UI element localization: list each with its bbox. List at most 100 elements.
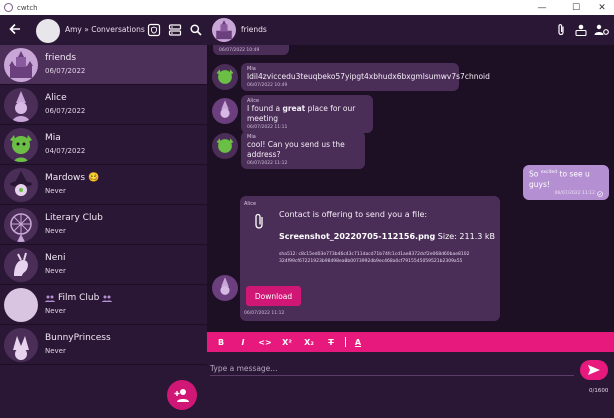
send-button[interactable] bbox=[580, 360, 608, 380]
contact-avatar bbox=[4, 288, 38, 322]
search-icon[interactable] bbox=[189, 22, 203, 36]
message-time: 06/07/2022 11:11 bbox=[247, 125, 288, 130]
attachment-icon bbox=[252, 213, 266, 235]
message-bubble: Mia ldil4zviccedu3teuqbeko57yipgt4xbhudx… bbox=[241, 63, 490, 91]
message-sender: Alice bbox=[244, 201, 257, 207]
contact-avatar bbox=[4, 208, 38, 242]
group-icon bbox=[102, 295, 113, 302]
contact-last-date: 04/07/2022 bbox=[45, 147, 86, 155]
contact-list: friends 06/07/2022 Alice 06/07/2022 Mia … bbox=[0, 45, 207, 385]
contact-item-mardows[interactable]: Mardows 🥴 Never bbox=[0, 165, 207, 205]
message-bubble: Alice I found a great place for our meet… bbox=[241, 95, 373, 133]
contact-last-date: 06/07/2022 bbox=[45, 107, 86, 115]
message-text: So excited to see u guys! bbox=[529, 169, 590, 189]
compose-area: 0/1600 bbox=[207, 352, 614, 418]
send-icon bbox=[588, 365, 600, 375]
minimize-button[interactable]: — bbox=[532, 0, 552, 15]
conversations-header: Amy » Conversations bbox=[0, 15, 207, 45]
window-title: cwtch bbox=[17, 3, 38, 12]
character-counter: 0/1600 bbox=[589, 388, 609, 394]
group-icon bbox=[45, 295, 55, 302]
contact-name: Mia bbox=[45, 133, 61, 143]
contact-name: Mardows 🥴 bbox=[45, 173, 100, 183]
message-time: 06/07/2022 10:49 bbox=[219, 48, 260, 53]
strikethrough-button[interactable]: T bbox=[321, 338, 341, 347]
contact-last-date: Never bbox=[45, 307, 66, 315]
server-list-icon[interactable] bbox=[168, 22, 182, 36]
add-person-icon bbox=[174, 389, 189, 402]
conversation-title: friends bbox=[241, 25, 267, 34]
formatting-toolbar: B I <> X² X₂ T A bbox=[207, 332, 614, 352]
contact-item-bunnyprincess[interactable]: BunnyPrincess Never bbox=[0, 325, 207, 365]
profile-avatar[interactable] bbox=[36, 19, 60, 43]
contact-name: Literary Club bbox=[45, 213, 103, 223]
back-arrow-icon[interactable] bbox=[8, 22, 24, 38]
add-contact-button[interactable] bbox=[167, 380, 197, 410]
contact-name: Alice bbox=[45, 93, 67, 103]
file-hash: sha512: c8c15ed03e773b46c43c711dacd71b74… bbox=[279, 252, 470, 264]
contact-item-alice[interactable]: Alice 06/07/2022 bbox=[0, 85, 207, 125]
conversation-list-pane: Amy » Conversations friends 06/07/2022 A… bbox=[0, 15, 207, 418]
code-button[interactable]: <> bbox=[255, 338, 275, 347]
file-offer-bubble: Alice Contact is offering to send you a … bbox=[240, 196, 500, 321]
contact-avatar bbox=[4, 248, 38, 282]
contact-avatar bbox=[4, 168, 38, 202]
shared-files-icon[interactable] bbox=[574, 22, 588, 37]
contact-last-date: Never bbox=[45, 347, 66, 355]
contact-avatar bbox=[4, 88, 38, 122]
attach-file-icon[interactable] bbox=[554, 22, 568, 36]
contact-name: friends bbox=[45, 53, 77, 63]
contact-item-mia[interactable]: Mia 04/07/2022 bbox=[0, 125, 207, 165]
message-bubble: 06/07/2022 10:49 bbox=[213, 45, 289, 55]
toolbar-divider bbox=[345, 337, 346, 347]
conversation-pane: friends 06/07/2022 10:49 Mia ldil4zvicce… bbox=[207, 15, 614, 418]
shield-settings-icon[interactable] bbox=[147, 22, 161, 37]
contact-avatar bbox=[4, 48, 38, 82]
subscript-button[interactable]: X₂ bbox=[299, 338, 319, 347]
maximize-button[interactable]: ☐ bbox=[566, 0, 586, 15]
link-button[interactable]: A bbox=[348, 338, 368, 347]
contact-last-date: 06/07/2022 bbox=[45, 67, 86, 75]
contact-item-neni[interactable]: Neni Never bbox=[0, 245, 207, 285]
bold-button[interactable]: B bbox=[211, 338, 231, 347]
profile-conversations-title: Amy » Conversations bbox=[65, 25, 145, 34]
message-time: 06/07/2022 11:12 bbox=[529, 190, 603, 197]
conversation-header: friends bbox=[207, 15, 614, 45]
contact-name: Neni bbox=[45, 253, 66, 263]
sender-avatar bbox=[212, 133, 238, 159]
contact-name: Film Club bbox=[45, 293, 113, 303]
superscript-button[interactable]: X² bbox=[277, 338, 297, 347]
message-time: 06/07/2022 11:12 bbox=[247, 161, 288, 166]
sender-avatar bbox=[212, 64, 238, 90]
group-settings-icon[interactable] bbox=[594, 22, 609, 36]
message-text: cool! Can you send us the address? bbox=[247, 140, 345, 159]
file-info: Screenshot_20220705-112156.png Size: 211… bbox=[279, 232, 495, 241]
message-text: I found a great place for our meeting bbox=[247, 104, 356, 123]
contact-avatar bbox=[4, 328, 38, 362]
contact-last-date: Never bbox=[45, 187, 66, 195]
contact-last-date: Never bbox=[45, 267, 66, 275]
file-offer-text: Contact is offering to send you a file: bbox=[279, 210, 428, 219]
contact-name-text: Film Club bbox=[58, 293, 100, 303]
contact-last-date: Never bbox=[45, 227, 66, 235]
message-time: 06/07/2022 10:49 bbox=[247, 83, 288, 88]
own-message-bubble: So excited to see u guys! 06/07/2022 11:… bbox=[523, 165, 609, 200]
file-size: Size: 211.3 kB bbox=[437, 232, 495, 241]
title-bar: cwtch — ☐ ✕ bbox=[0, 0, 614, 15]
message-text: ldil4zviccedu3teuqbeko57yipgt4xbhudx6bxg… bbox=[247, 72, 490, 81]
file-name: Screenshot_20220705-112156.png bbox=[279, 232, 436, 241]
contact-avatar bbox=[4, 128, 38, 162]
italic-button[interactable]: I bbox=[233, 338, 253, 347]
message-input[interactable] bbox=[210, 362, 574, 376]
app-window: cwtch — ☐ ✕ Amy » Conversations friends … bbox=[0, 0, 614, 418]
close-button[interactable]: ✕ bbox=[592, 0, 612, 15]
download-button[interactable]: Download bbox=[246, 286, 301, 306]
contact-name: BunnyPrincess bbox=[45, 333, 111, 343]
contact-item-film-club[interactable]: Film Club Never bbox=[0, 285, 207, 325]
conversation-avatar[interactable] bbox=[212, 18, 236, 42]
contact-item-friends[interactable]: friends 06/07/2022 bbox=[0, 45, 207, 85]
contact-item-literary-club[interactable]: Literary Club Never bbox=[0, 205, 207, 245]
message-time: 06/07/2022 11:12 bbox=[244, 311, 285, 316]
message-list: 06/07/2022 10:49 Mia ldil4zviccedu3teuqb… bbox=[207, 45, 614, 345]
message-bubble: Mia cool! Can you send us the address? 0… bbox=[241, 131, 365, 169]
